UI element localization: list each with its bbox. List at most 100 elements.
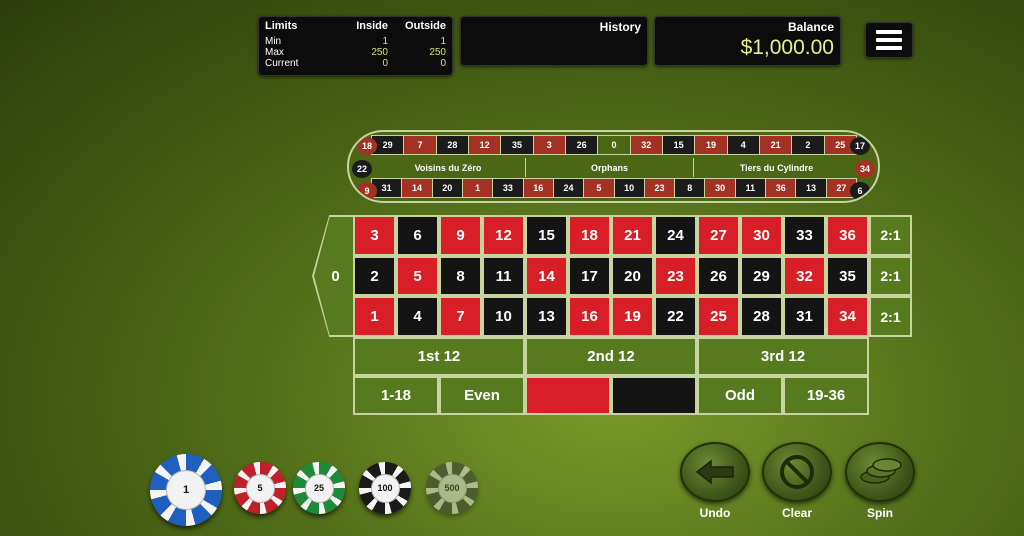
racetrack-sector[interactable]: Orphans (525, 158, 693, 177)
zero-cell[interactable]: 0 (312, 215, 355, 337)
racetrack-number[interactable]: 35 (500, 135, 534, 155)
number-cell[interactable]: 15 (525, 215, 568, 256)
racetrack-number[interactable]: 20 (431, 178, 463, 198)
racetrack-number[interactable]: 7 (403, 135, 437, 155)
outside-bet-black[interactable] (611, 376, 697, 415)
dozen-bet-cell[interactable]: 2nd 12 (525, 337, 697, 376)
number-cell[interactable]: 6 (396, 215, 439, 256)
racetrack-number[interactable]: 16 (522, 178, 554, 198)
number-cell[interactable]: 24 (654, 215, 697, 256)
number-cell[interactable]: 9 (439, 215, 482, 256)
racetrack-number[interactable]: 26 (564, 135, 599, 155)
racetrack-number[interactable]: 14 (401, 178, 433, 198)
chip-100[interactable]: 100 (359, 462, 411, 514)
number-cell[interactable]: 32 (783, 255, 826, 297)
number-cell[interactable]: 2 (353, 255, 396, 297)
number-cell[interactable]: 3 (353, 215, 396, 256)
racetrack-number[interactable]: 11 (734, 178, 767, 198)
chip-1[interactable]: 1 (150, 454, 222, 526)
number-cell[interactable]: 8 (439, 255, 482, 297)
number-cell[interactable]: 26 (697, 255, 740, 297)
racetrack-number[interactable]: 12 (467, 135, 502, 155)
number-cell[interactable]: 36 (826, 215, 869, 256)
spin-button[interactable] (845, 442, 915, 502)
number-cell[interactable]: 1 (353, 296, 396, 338)
outside-bet-cell[interactable]: Even (439, 376, 525, 415)
racetrack-number[interactable]: 9 (357, 182, 377, 200)
number-cell[interactable]: 13 (525, 296, 568, 338)
racetrack-number[interactable]: 3 (532, 135, 566, 155)
number-cell[interactable]: 16 (568, 296, 611, 338)
racetrack-number[interactable]: 30 (704, 178, 736, 198)
column-bet-cell[interactable]: 2:1 (869, 215, 912, 256)
racetrack-number[interactable]: 1 (461, 178, 494, 198)
racetrack-number[interactable]: 21 (758, 135, 793, 155)
menu-bar (876, 38, 902, 42)
number-cell[interactable]: 17 (568, 255, 611, 297)
number-cell[interactable]: 23 (654, 255, 697, 297)
racetrack-number[interactable]: 0 (597, 135, 631, 155)
undo-button[interactable] (680, 442, 750, 502)
number-cell[interactable]: 25 (697, 296, 740, 338)
dozen-bet-cell[interactable]: 3rd 12 (697, 337, 869, 376)
number-cell[interactable]: 34 (826, 296, 869, 338)
number-cell[interactable]: 21 (611, 215, 654, 256)
dozen-bet-cell[interactable]: 1st 12 (353, 337, 525, 376)
racetrack-number[interactable]: 23 (643, 178, 676, 198)
racetrack-number[interactable]: 22 (352, 160, 372, 178)
racetrack-number[interactable]: 32 (629, 135, 663, 155)
clear-button[interactable] (762, 442, 832, 502)
number-cell[interactable]: 20 (611, 255, 654, 297)
chip-500[interactable]: 500 (426, 462, 478, 514)
number-cell[interactable]: 7 (439, 296, 482, 338)
racetrack-number[interactable]: 24 (552, 178, 585, 198)
number-cell[interactable]: 31 (783, 296, 826, 338)
number-cell[interactable]: 11 (482, 255, 525, 297)
number-cell[interactable]: 19 (611, 296, 654, 338)
racetrack-number[interactable]: 18 (357, 137, 377, 155)
number-cell[interactable]: 27 (697, 215, 740, 256)
number-cell[interactable]: 28 (740, 296, 783, 338)
number-cell[interactable]: 33 (783, 215, 826, 256)
hamburger-menu-icon[interactable] (865, 22, 913, 58)
racetrack-number[interactable]: 33 (492, 178, 524, 198)
number-cell[interactable]: 5 (396, 255, 439, 297)
racetrack-number[interactable]: 6 (850, 182, 870, 200)
racetrack-number[interactable]: 2 (791, 135, 825, 155)
outside-bet-cell[interactable]: Odd (697, 376, 783, 415)
racetrack-sector[interactable]: Voisins du Zéro (371, 158, 525, 177)
number-cell[interactable]: 12 (482, 215, 525, 256)
chip-5[interactable]: 5 (234, 462, 286, 514)
number-cell[interactable]: 4 (396, 296, 439, 338)
racetrack-number[interactable]: 34 (855, 160, 875, 178)
history-title: History (599, 20, 641, 34)
racetrack-number[interactable]: 4 (726, 135, 760, 155)
limits-row-inside: 1 (382, 36, 388, 47)
clear-prohibited-icon (780, 455, 814, 489)
number-cell[interactable]: 14 (525, 255, 568, 297)
column-bet-cell[interactable]: 2:1 (869, 255, 912, 297)
racetrack-number[interactable]: 8 (674, 178, 706, 198)
number-cell[interactable]: 35 (826, 255, 869, 297)
number-cell[interactable]: 18 (568, 215, 611, 256)
chip-25[interactable]: 25 (293, 462, 345, 514)
racetrack-number[interactable]: 19 (694, 135, 728, 155)
racetrack-number[interactable]: 17 (850, 137, 870, 155)
racetrack-number[interactable]: 15 (661, 135, 696, 155)
clear-label: Clear (781, 506, 813, 520)
number-cell[interactable]: 29 (740, 255, 783, 297)
racetrack-sector[interactable]: Tiers du Cylindre (693, 158, 859, 177)
number-cell[interactable]: 10 (482, 296, 525, 338)
limits-inside-header: Inside (356, 20, 388, 32)
racetrack-number[interactable]: 13 (795, 178, 827, 198)
outside-bet-cell[interactable]: 19-36 (783, 376, 869, 415)
outside-bet-cell[interactable]: 1-18 (353, 376, 439, 415)
racetrack-number[interactable]: 10 (613, 178, 645, 198)
outside-bet-red[interactable] (525, 376, 611, 415)
racetrack-number[interactable]: 36 (765, 178, 797, 198)
number-cell[interactable]: 22 (654, 296, 697, 338)
racetrack-number[interactable]: 28 (435, 135, 469, 155)
racetrack-number[interactable]: 5 (583, 178, 615, 198)
number-cell[interactable]: 30 (740, 215, 783, 256)
column-bet-cell[interactable]: 2:1 (869, 296, 912, 338)
